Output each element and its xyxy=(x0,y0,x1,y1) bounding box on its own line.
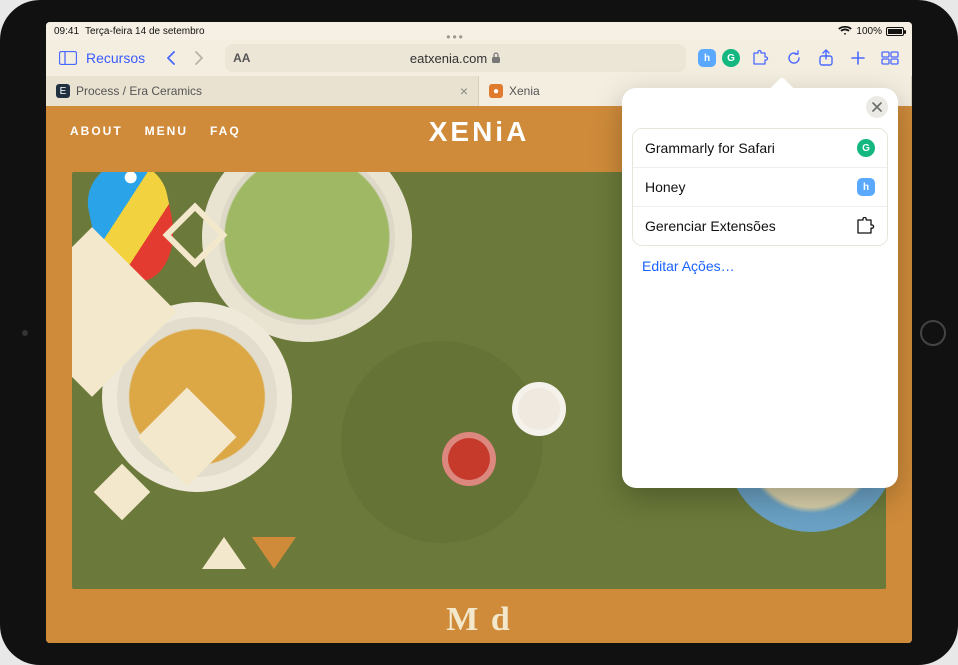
tab-overview-button[interactable] xyxy=(876,44,904,72)
nav-menu[interactable]: MENU xyxy=(145,124,188,138)
reload-button[interactable] xyxy=(780,44,808,72)
puzzle-icon xyxy=(855,217,875,235)
extension-label: Gerenciar Extensões xyxy=(645,218,776,234)
new-tab-button[interactable] xyxy=(844,44,872,72)
nav-about[interactable]: ABOUT xyxy=(70,124,123,138)
toolbar-extension-icons: h G xyxy=(698,44,808,72)
reader-aa-button[interactable]: AA xyxy=(233,51,250,65)
home-button[interactable] xyxy=(920,320,946,346)
grammarly-extension-icon[interactable]: G xyxy=(722,49,740,67)
grammarly-icon: G xyxy=(857,139,875,157)
nav-faq[interactable]: FAQ xyxy=(210,124,241,138)
hero-headline: M d xyxy=(446,601,512,639)
back-button[interactable] xyxy=(157,44,185,72)
honey-extension-icon[interactable]: h xyxy=(698,49,716,67)
status-time: 09:41 xyxy=(54,26,79,37)
extension-item-grammarly[interactable]: Grammarly for Safari G xyxy=(633,129,887,167)
lock-icon xyxy=(491,52,501,64)
tab-title: Xenia xyxy=(509,84,540,98)
extension-item-honey[interactable]: Honey h xyxy=(633,167,887,206)
extensions-popover: Grammarly for Safari G Honey h Gerenciar… xyxy=(622,88,898,488)
extension-label: Honey xyxy=(645,179,685,195)
favicon-icon: E xyxy=(56,84,70,98)
cup-tzatziki xyxy=(512,382,566,436)
site-logo[interactable]: XENiA xyxy=(429,116,530,148)
manage-extensions-item[interactable]: Gerenciar Extensões xyxy=(633,206,887,245)
pattern-triangle xyxy=(252,537,296,569)
share-button[interactable] xyxy=(812,44,840,72)
ipad-frame: 09:41 Terça-feira 14 de setembro 100% Re… xyxy=(0,0,958,665)
grab-handle-icon[interactable]: ••• xyxy=(446,30,465,44)
address-bar[interactable]: ••• AA eatxenia.com xyxy=(225,44,686,72)
plate-main xyxy=(322,322,562,562)
pattern-triangle xyxy=(202,537,246,569)
device-camera xyxy=(22,330,28,336)
status-date: Terça-feira 14 de setembro xyxy=(85,26,205,37)
screen: 09:41 Terça-feira 14 de setembro 100% Re… xyxy=(46,22,912,643)
battery-percent: 100% xyxy=(856,26,882,37)
url-host: eatxenia.com xyxy=(410,51,487,66)
battery-icon xyxy=(886,27,904,36)
tab-era-ceramics[interactable]: E Process / Era Ceramics × xyxy=(46,76,479,106)
close-tab-button[interactable]: × xyxy=(460,83,468,99)
edit-actions-link[interactable]: Editar Ações… xyxy=(642,258,878,274)
sidebar-toggle-icon[interactable] xyxy=(54,44,82,72)
forward-button[interactable] xyxy=(185,44,213,72)
honey-icon: h xyxy=(857,178,875,196)
tab-title: Process / Era Ceramics xyxy=(76,84,202,98)
bookmarks-label[interactable]: Recursos xyxy=(86,50,145,66)
site-nav: ABOUT MENU FAQ xyxy=(70,124,241,138)
extensions-list: Grammarly for Safari G Honey h Gerenciar… xyxy=(632,128,888,246)
extension-label: Grammarly for Safari xyxy=(645,140,775,156)
wifi-icon xyxy=(838,26,852,36)
extensions-button[interactable] xyxy=(746,44,774,72)
close-popover-button[interactable] xyxy=(866,96,888,118)
status-bar: 09:41 Terça-feira 14 de setembro 100% xyxy=(46,22,912,40)
favicon-icon: ● xyxy=(489,84,503,98)
cup-sauce xyxy=(442,432,496,486)
browser-toolbar: Recursos ••• AA eatxenia.com h G xyxy=(46,40,912,76)
